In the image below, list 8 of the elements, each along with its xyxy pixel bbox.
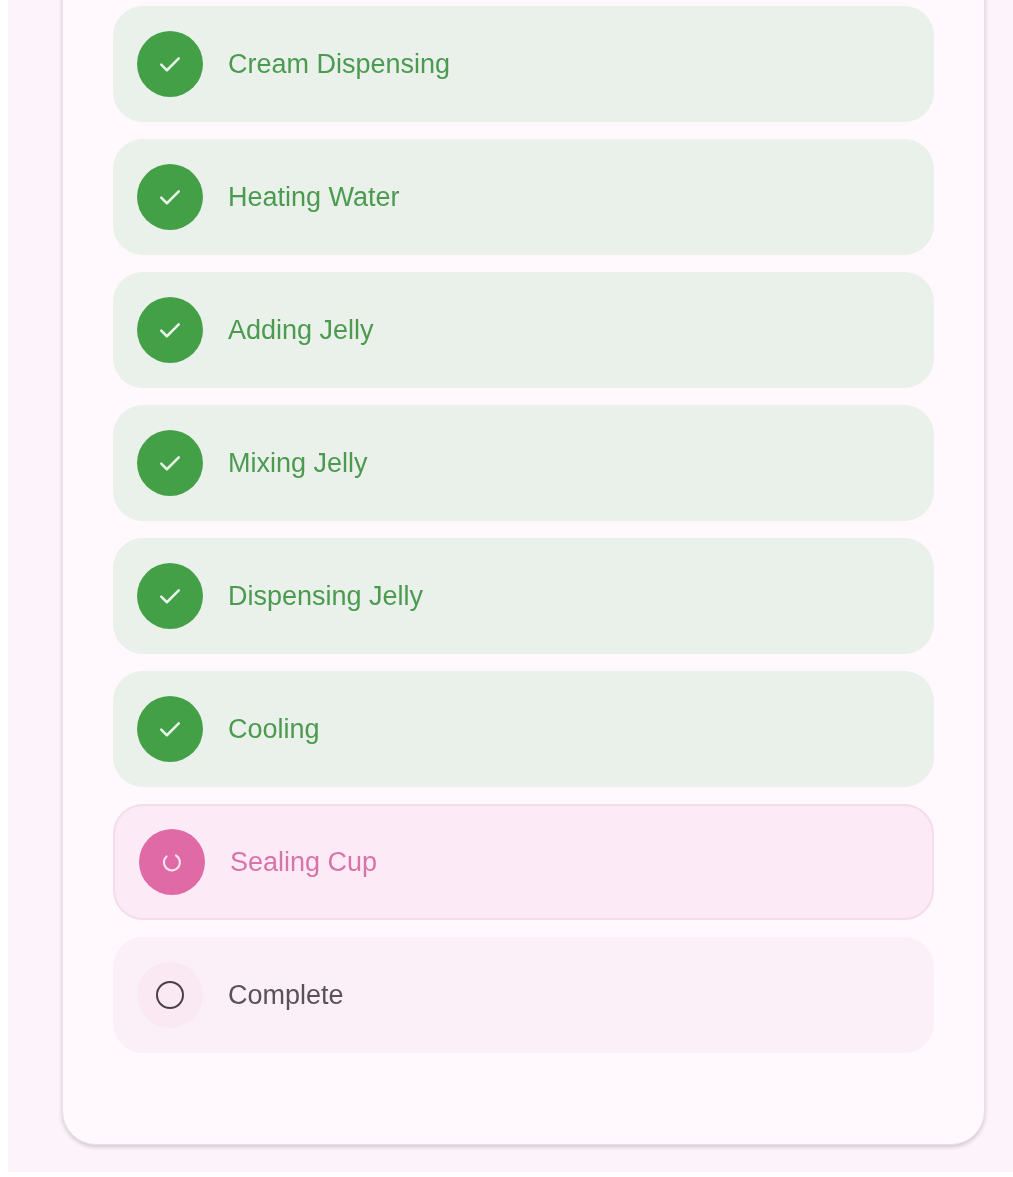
- step-label: Cooling: [228, 712, 320, 746]
- step-label: Cream Dispensing: [228, 47, 451, 81]
- step-label: Dispensing Jelly: [228, 579, 424, 613]
- step-label: Adding Jelly: [228, 313, 374, 347]
- step-label: Heating Water: [228, 180, 400, 214]
- step-label: Mixing Jelly: [228, 446, 368, 480]
- step-label: Complete: [228, 978, 344, 1012]
- step-label: Sealing Cup: [230, 845, 378, 879]
